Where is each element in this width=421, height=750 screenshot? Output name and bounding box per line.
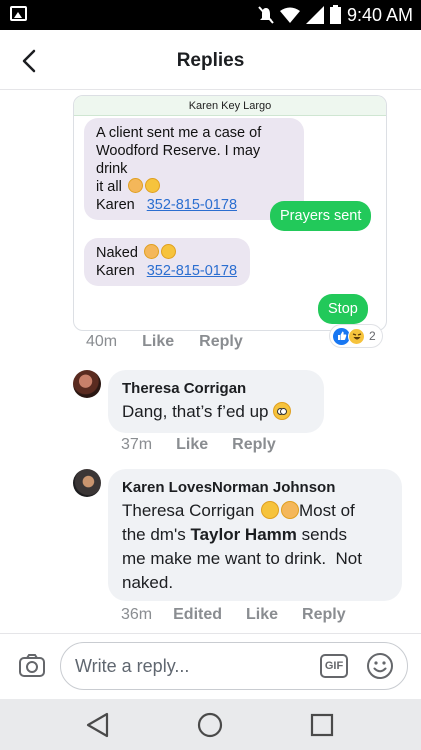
- phone-link[interactable]: 352-815-0178: [147, 197, 237, 213]
- image-notification-icon: [10, 6, 27, 21]
- mention-link[interactable]: Theresa Corrigan: [122, 501, 254, 520]
- comment-timestamp: 37m: [121, 436, 153, 453]
- comment-text-content: naked.: [122, 573, 174, 592]
- message-bubble-sent: Prayers sent: [270, 201, 372, 231]
- comment-author[interactable]: Theresa Corrigan: [122, 380, 246, 397]
- comment-actions: 36m Edited Like Reply: [121, 606, 346, 624]
- comment-timestamp: 36m: [121, 606, 153, 623]
- replies-list[interactable]: Karen Key Largo A client sent me a case …: [0, 91, 421, 633]
- message-sender: Karen: [96, 263, 135, 279]
- emoji-button[interactable]: [366, 652, 394, 680]
- edited-label[interactable]: Edited: [173, 606, 222, 624]
- message-text: A client sent me a case of: [96, 125, 262, 141]
- like-button[interactable]: Like: [176, 436, 208, 454]
- like-button[interactable]: Like: [142, 333, 174, 351]
- nav-recents-button[interactable]: [308, 711, 336, 739]
- system-nav-bar: [0, 699, 421, 750]
- comment-bubble[interactable]: Theresa Corrigan Dang, that’s f’ed up: [108, 370, 324, 433]
- triangle-back-icon: [86, 712, 109, 738]
- reply-button[interactable]: Reply: [302, 606, 346, 624]
- camera-button[interactable]: [18, 652, 46, 680]
- wifi-icon: [280, 7, 300, 23]
- reply-composer: GIF: [0, 633, 421, 699]
- comment-text: Theresa Corrigan Most of the dm's Taylor…: [122, 499, 396, 595]
- comment-text-content: sends: [301, 525, 348, 544]
- camera-icon: [19, 654, 45, 677]
- comment-author[interactable]: Karen LovesNorman Johnson: [122, 479, 335, 496]
- status-icons: [258, 5, 341, 24]
- contact-name-bar: Karen Key Largo: [74, 96, 386, 116]
- reaction-summary[interactable]: 2: [330, 325, 382, 347]
- baby-emoji-icon: [143, 244, 159, 259]
- reply-button[interactable]: Reply: [232, 436, 276, 454]
- comment-actions: 37m Like Reply: [121, 436, 276, 454]
- comment-text-content: me make me want to drink. Not: [122, 549, 362, 568]
- comment-text-content: the dm's: [122, 525, 186, 544]
- attached-screenshot[interactable]: Karen Key Largo A client sent me a case …: [73, 95, 387, 331]
- post-actions: 40m Like Reply: [86, 333, 243, 351]
- avatar[interactable]: [73, 469, 101, 497]
- comment-bubble[interactable]: Karen LovesNorman Johnson Theresa Corrig…: [108, 469, 402, 601]
- flushed-emoji-icon: [273, 402, 292, 420]
- haha-reaction-icon: [348, 327, 365, 345]
- reaction-count: 2: [369, 329, 376, 343]
- comment-text: Dang, that’s f’ed up: [122, 400, 292, 424]
- mute-icon: [258, 5, 274, 24]
- unamused-emoji-icon: [144, 178, 160, 193]
- nav-back-button[interactable]: [84, 711, 112, 739]
- mention-link[interactable]: Taylor Hamm: [190, 525, 296, 544]
- square-recents-icon: [310, 713, 334, 737]
- laughing-emoji-icon: [261, 501, 280, 519]
- header: Replies: [0, 30, 421, 90]
- message-text: Woodford Reserve. I may drink: [96, 143, 261, 177]
- battery-icon: [330, 5, 341, 24]
- circle-home-icon: [197, 712, 223, 738]
- comment-text-content: Most of: [299, 501, 355, 520]
- signal-icon: [306, 5, 324, 24]
- message-bubble-received: Naked Karen 352-815-0178: [84, 238, 250, 286]
- page-title: Replies: [176, 50, 245, 71]
- baby-emoji-icon: [127, 178, 143, 193]
- message-text: Naked: [96, 245, 138, 261]
- post-timestamp: 40m: [86, 333, 118, 350]
- message-bubble-received: A client sent me a case of Woodford Rese…: [84, 118, 304, 220]
- reply-button[interactable]: Reply: [199, 333, 243, 351]
- message-sender: Karen: [96, 197, 135, 213]
- old-man-emoji-icon: [281, 501, 300, 519]
- like-button[interactable]: Like: [246, 606, 278, 624]
- status-time: 9:40 AM: [346, 5, 413, 25]
- gif-button[interactable]: GIF: [320, 654, 348, 678]
- phone-link[interactable]: 352-815-0178: [147, 263, 237, 279]
- laughing-emoji-icon: [160, 244, 176, 259]
- smiley-icon: [367, 653, 393, 679]
- message-bubble-sent: Stop: [318, 294, 368, 324]
- message-text: it all: [96, 179, 122, 195]
- status-bar: 9:40 AM: [0, 0, 421, 30]
- reply-input[interactable]: [60, 642, 408, 690]
- comment-text-content: Dang, that’s f’ed up: [122, 402, 269, 421]
- nav-home-button[interactable]: [196, 711, 224, 739]
- avatar[interactable]: [73, 370, 101, 398]
